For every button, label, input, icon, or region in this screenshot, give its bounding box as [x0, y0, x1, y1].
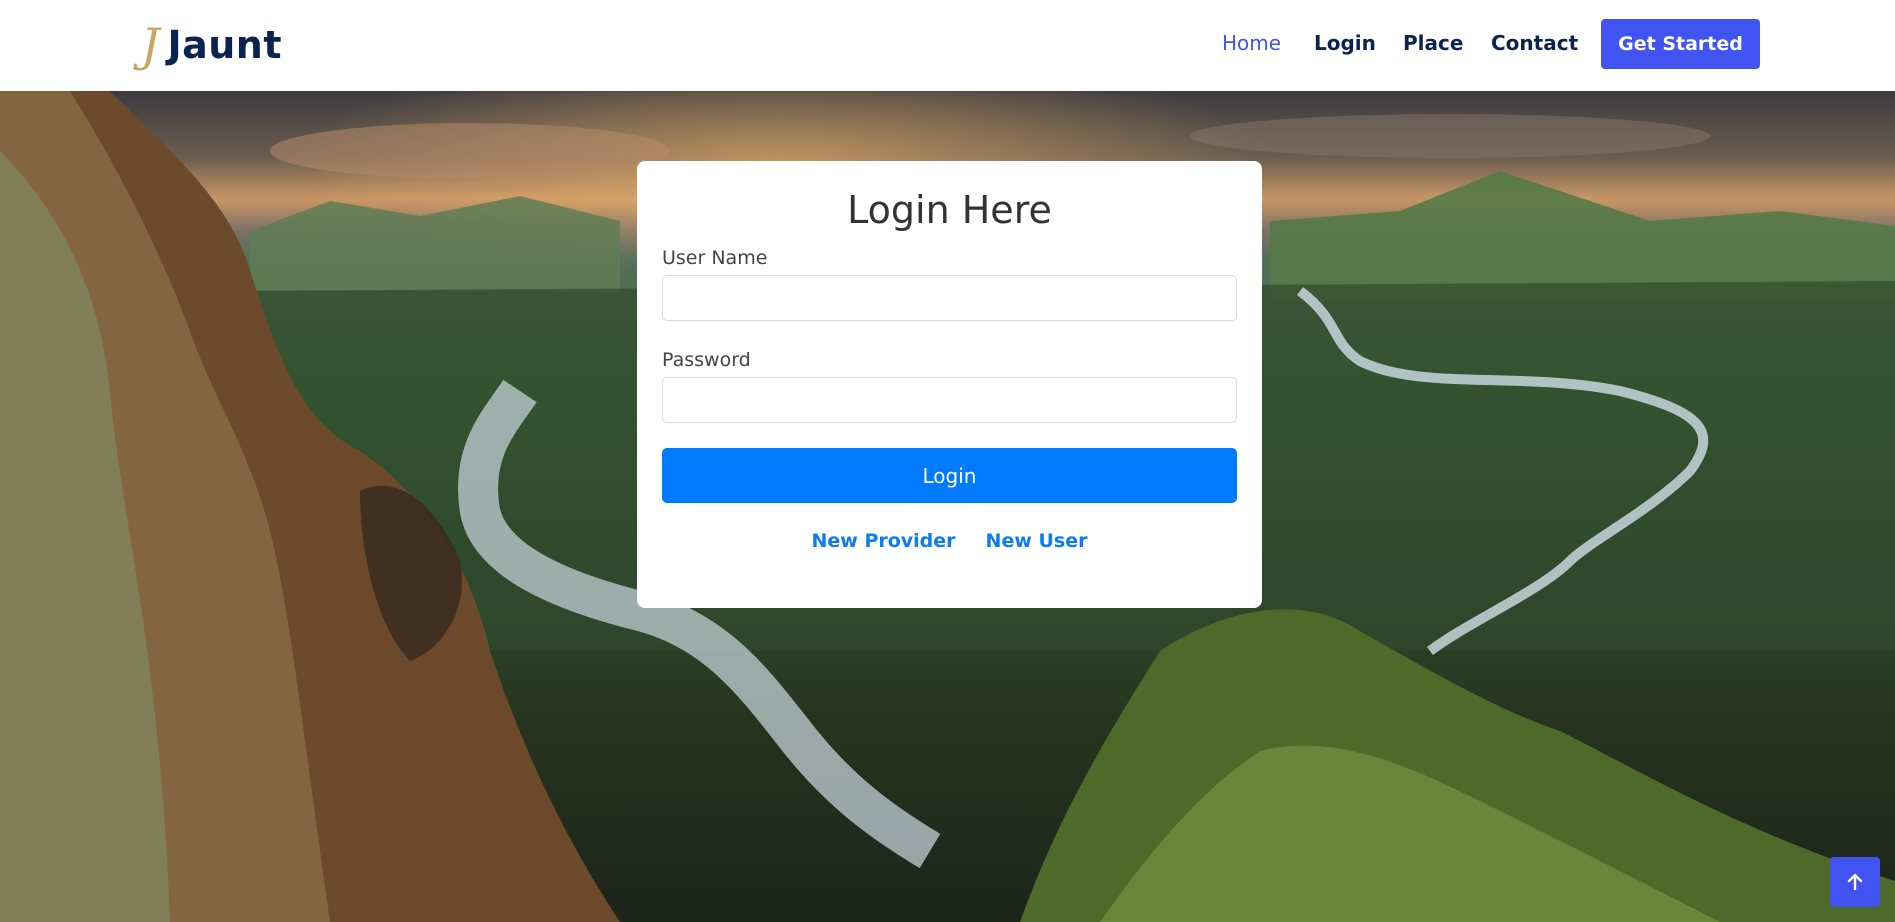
nav-home[interactable]: Home [1222, 31, 1281, 55]
signup-links: New Provider New User [637, 530, 1262, 552]
nav-contact[interactable]: Contact [1491, 31, 1578, 55]
site-header: J Jaunt Home Login Place Contact Get Sta… [0, 0, 1895, 91]
scroll-top-button[interactable] [1830, 857, 1880, 907]
new-user-link[interactable]: New User [986, 530, 1088, 552]
login-submit-button[interactable]: Login [662, 448, 1237, 503]
nav-place[interactable]: Place [1403, 31, 1463, 55]
username-label: User Name [662, 247, 768, 269]
username-input[interactable] [662, 275, 1237, 321]
new-provider-link[interactable]: New Provider [811, 530, 955, 552]
brand-logo[interactable]: J Jaunt [141, 20, 282, 70]
get-started-button[interactable]: Get Started [1601, 19, 1760, 69]
nav-login[interactable]: Login [1314, 31, 1376, 55]
logo-mark-icon: J [141, 18, 160, 72]
login-title: Login Here [847, 188, 1052, 232]
password-label: Password [662, 349, 751, 371]
arrow-up-icon [1847, 873, 1863, 891]
password-input[interactable] [662, 377, 1237, 423]
login-card: Login Here User Name Password Login New … [637, 161, 1262, 608]
brand-name: Jaunt [167, 23, 283, 67]
